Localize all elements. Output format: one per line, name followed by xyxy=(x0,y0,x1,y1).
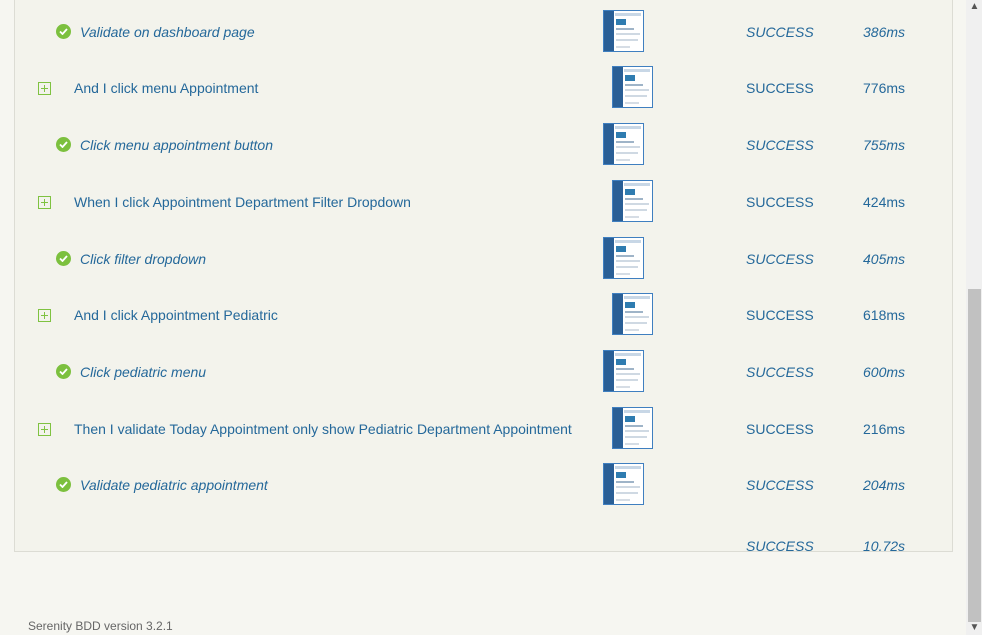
step-description-link[interactable]: Click pediatric menu xyxy=(80,363,206,381)
step-result: SUCCESS xyxy=(746,80,814,96)
scroll-down-arrow-icon[interactable]: ▼ xyxy=(968,621,981,635)
success-check-icon xyxy=(56,477,71,492)
step-row: And I click Appointment Pediatric SUCCESS… xyxy=(15,283,952,339)
step-description-link[interactable]: Click menu appointment button xyxy=(80,136,273,154)
expand-plus-icon[interactable] xyxy=(38,309,51,322)
success-check-icon xyxy=(56,137,71,152)
sub-step-row: Click filter dropdown SUCCESS 405ms xyxy=(15,227,952,283)
step-description-link[interactable]: And I click menu Appointment xyxy=(74,79,258,97)
sub-step-row: Click menu appointment button SUCCESS 755m… xyxy=(15,113,952,169)
expand-plus-icon[interactable] xyxy=(38,82,51,95)
scrollbar-thumb[interactable] xyxy=(968,289,981,622)
success-check-icon xyxy=(56,251,71,266)
total-result: SUCCESS xyxy=(746,538,814,554)
step-result: SUCCESS xyxy=(746,251,814,267)
step-result: SUCCESS xyxy=(746,421,814,437)
step-result: SUCCESS xyxy=(746,24,814,40)
expand-plus-icon[interactable] xyxy=(38,423,51,436)
step-duration: 405ms xyxy=(863,251,906,267)
test-steps-panel: Validate on dashboard page SUCCESS 386ms An… xyxy=(14,0,953,554)
screenshot-thumbnail[interactable] xyxy=(612,180,653,222)
step-duration: 386ms xyxy=(863,24,906,40)
step-row: When I click Appointment Department Filt… xyxy=(15,170,952,226)
footer-version: Serenity BDD version 3.2.1 xyxy=(28,619,173,633)
scroll-up-arrow-icon[interactable]: ▲ xyxy=(968,0,981,14)
screenshot-thumbnail[interactable] xyxy=(603,463,644,505)
step-result: SUCCESS xyxy=(746,194,814,210)
step-description-link[interactable]: Validate pediatric appointment xyxy=(80,476,268,494)
step-duration: 216ms xyxy=(863,421,906,437)
step-result: SUCCESS xyxy=(746,307,814,323)
total-row: SUCCESS 10.72s xyxy=(15,518,952,574)
success-check-icon xyxy=(56,24,71,39)
step-description-link[interactable]: Click filter dropdown xyxy=(80,250,206,268)
step-duration: 755ms xyxy=(863,137,906,153)
step-description-link[interactable]: And I click Appointment Pediatric xyxy=(74,306,278,324)
step-result: SUCCESS xyxy=(746,477,814,493)
screenshot-thumbnail[interactable] xyxy=(603,350,644,392)
step-duration: 600ms xyxy=(863,364,906,380)
screenshot-thumbnail[interactable] xyxy=(603,237,644,279)
step-duration: 776ms xyxy=(863,80,906,96)
step-description-link[interactable]: Validate on dashboard page xyxy=(80,23,255,41)
step-duration: 424ms xyxy=(863,194,906,210)
step-duration: 618ms xyxy=(863,307,906,323)
expand-plus-icon[interactable] xyxy=(38,196,51,209)
success-check-icon xyxy=(56,364,71,379)
sub-step-row: Validate pediatric appointment SUCCESS 204… xyxy=(15,453,952,509)
sub-step-row: Click pediatric menu SUCCESS 600ms xyxy=(15,340,952,396)
step-result: SUCCESS xyxy=(746,137,814,153)
step-description-link[interactable]: When I click Appointment Department Filt… xyxy=(74,193,411,211)
step-row: And I click menu Appointment SUCCESS 776ms xyxy=(15,56,952,112)
step-result: SUCCESS xyxy=(746,364,814,380)
step-row: Then I validate Today Appointment only s… xyxy=(15,397,952,453)
screenshot-thumbnail[interactable] xyxy=(612,293,653,335)
screenshot-thumbnail[interactable] xyxy=(612,66,653,108)
step-duration: 204ms xyxy=(863,477,906,493)
screenshot-thumbnail[interactable] xyxy=(603,10,644,52)
step-description-link[interactable]: Then I validate Today Appointment only s… xyxy=(74,420,572,438)
sub-step-row: Validate on dashboard page SUCCESS 386ms xyxy=(15,0,952,56)
screenshot-thumbnail[interactable] xyxy=(612,407,653,449)
screenshot-thumbnail[interactable] xyxy=(603,123,644,165)
total-duration: 10.72s xyxy=(863,538,906,554)
